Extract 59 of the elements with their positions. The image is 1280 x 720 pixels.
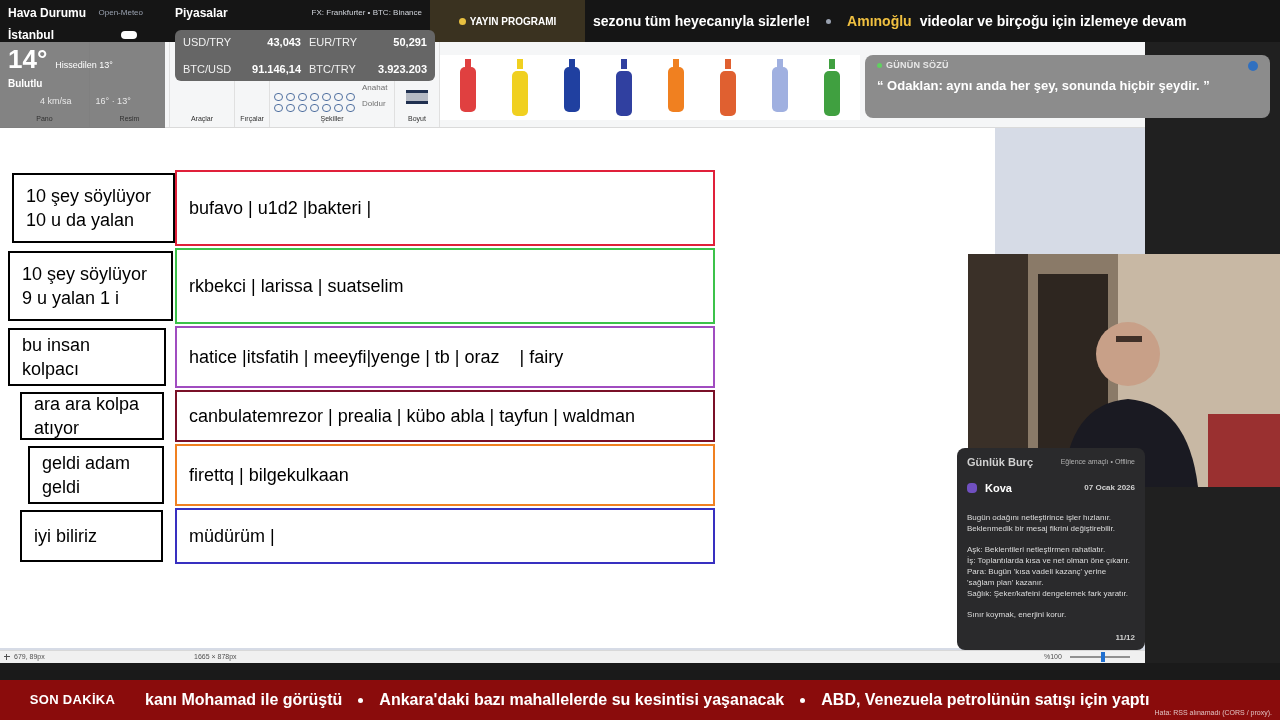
crosshair-icon	[4, 654, 10, 660]
horoscope-line: İş: Toplantılarda kısa ve net olman öne çıkarır.	[967, 555, 1132, 566]
ticker-text: sezonu tüm heyecanıyla sizlerle!	[593, 11, 811, 31]
currency-pair: USD/TRY	[183, 35, 232, 50]
news-headline: Ankara'daki bazı mahallelerde su kesintisi yaşanacak	[379, 690, 785, 710]
news-headline: kanı Mohamad ile görüştü	[145, 690, 343, 710]
category-label: 10 şey söylüyor 9 u yalan 1 i	[8, 251, 173, 321]
rate-value: 3.923.203	[378, 61, 427, 77]
quote-title: GÜNÜN SÖZÜ	[886, 59, 949, 72]
bullet-icon	[358, 697, 364, 703]
markets-source: FX: Frankfurter • BTC: Binance	[311, 7, 422, 19]
name-box: bufavo | u1d2 |bakteri |	[175, 170, 715, 246]
horoscope-line: Para: Bugün 'kısa vadeli kazanç' yerine 'sağlam plan' kazanır.	[967, 566, 1108, 588]
name-box: hatice |itsfatih | meeyfi|yenge | tb | oraz | fairy	[175, 326, 715, 388]
quote-text: “ Odaklan: aynı anda her şey, sonunda hiçbir şeydir. ”	[877, 76, 1211, 95]
currency-pair: BTC/USD	[183, 61, 232, 77]
panel-title: Günlük Burç	[967, 455, 1033, 470]
ribbon-option[interactable]: Doldur	[362, 98, 388, 110]
markets-title: Piyasalar	[175, 5, 228, 22]
weather-condition: Bulutlu	[8, 77, 44, 91]
name-box: müdürüm |	[175, 508, 715, 564]
currency-pair: BTC/TRY	[309, 61, 356, 77]
date-label: 07 Ocak 2026	[1084, 481, 1135, 494]
ticker-text: Amınoğlu	[847, 11, 912, 31]
city-name: İstanbul	[8, 27, 54, 44]
category-label: 10 şey söylüyor 10 u da yalan	[12, 173, 175, 243]
ribbon-option[interactable]: Anahat	[362, 82, 388, 94]
feels-like: Hissedilen 13°	[55, 58, 113, 72]
category-label: bu insan kolpacı	[8, 328, 166, 386]
weather-source: Open-Meteo	[98, 7, 143, 19]
line-width-icon[interactable]	[406, 89, 428, 104]
name-box: canbulatemrezor | prealia | kübo abla | tayfun | waldman	[175, 390, 715, 442]
wind-speed: 4 km/sa	[40, 95, 72, 108]
temperature: 14°	[8, 46, 48, 72]
bullet-icon	[826, 18, 832, 24]
currency-pair: EUR/TRY	[309, 35, 358, 50]
page-counter: 11/12	[1115, 632, 1135, 644]
rate-value: 43,043	[267, 35, 301, 50]
sign-icon	[967, 482, 977, 493]
rate-value: 91.146,14	[252, 61, 301, 77]
horoscope-closing: Sınır koymak, enerjini korur.	[967, 609, 1068, 620]
schedule-label: YAYIN PROGRAMI	[469, 14, 557, 29]
news-headline: ABD, Venezuela petrolünün satışı için yaptı	[821, 690, 1150, 710]
weather-title: Hava Durumu	[8, 5, 87, 22]
category-label: iyi biliriz	[20, 510, 163, 562]
bullet-icon	[800, 697, 806, 703]
category-label: ara ara kolpa atıyor	[20, 392, 164, 440]
sign-name: Kova	[985, 480, 1012, 496]
rate-value: 50,291	[393, 35, 427, 50]
name-box: firettq | bilgekulkaan	[175, 444, 715, 506]
horoscope-summary: Bugün odağını netleştirince işler hızlanır. Beklenmedik bir mesaj fikrini değiştirebilir.	[967, 512, 1117, 534]
name-box: rkbekci | larissa | suatselim	[175, 248, 715, 324]
horoscope-line: Aşk: Beklentileri netleştirmen rahatlatır.	[967, 544, 1107, 555]
temperature-range: 16° · 13°	[95, 95, 131, 108]
ticker-text: videolar ve birçoğu için izlemeye devam	[919, 11, 1187, 31]
category-label: geldi adam geldi	[28, 446, 164, 504]
horoscope-line: Sağlık: Şeker/kafeini dengelemek fark yaratır.	[967, 588, 1129, 599]
slider-thumb[interactable]	[1100, 652, 1105, 662]
breaking-news-label: SON DAKİKA	[28, 691, 117, 710]
